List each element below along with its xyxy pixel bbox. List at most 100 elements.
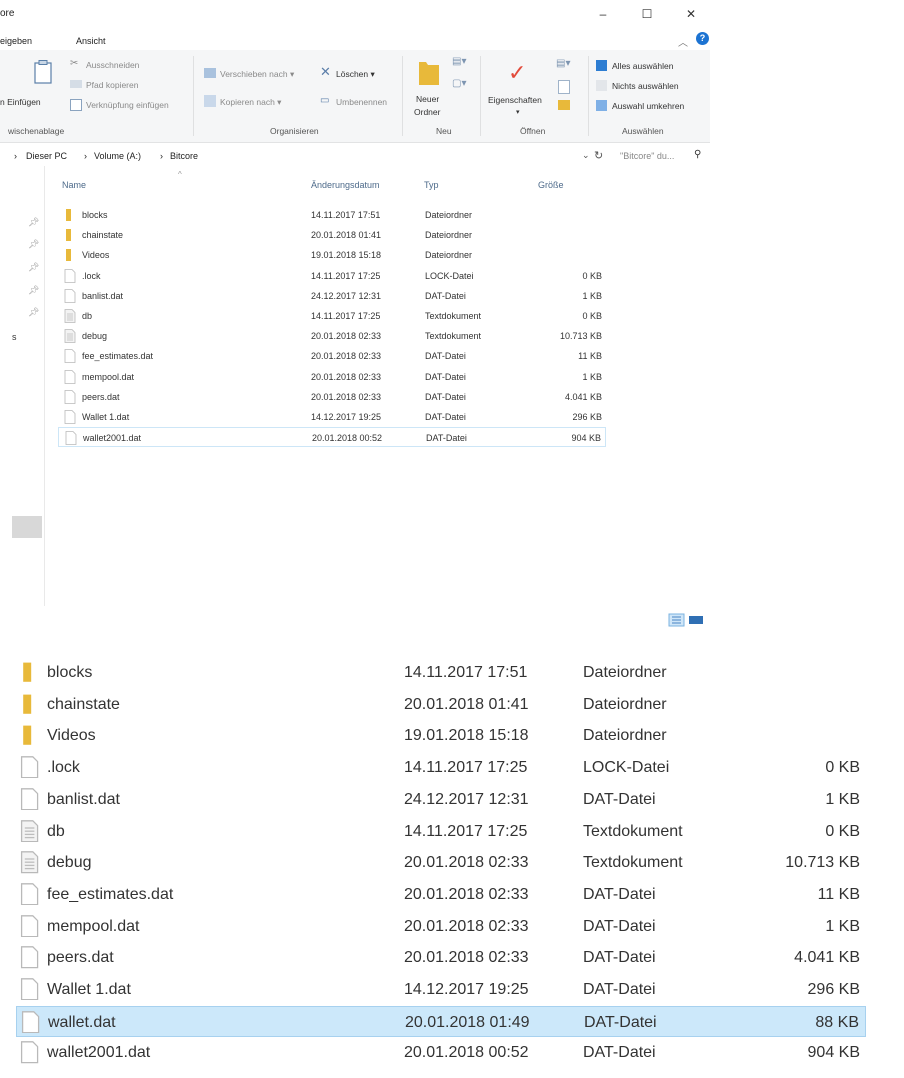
copy-path-button[interactable]: Pfad kopieren <box>86 80 138 90</box>
paste-shortcut-button[interactable]: Verknüpfung einfügen <box>86 100 169 110</box>
properties-dropdown-icon[interactable]: ▾ <box>516 108 520 116</box>
column-header-date[interactable]: Änderungsdatum <box>311 180 380 190</box>
copy-to-button[interactable]: Kopieren nach ▾ <box>220 97 281 108</box>
file-row[interactable]: wallet.dat 20.01.2018 01:49 DAT-Datei 88 KB <box>16 1005 866 1037</box>
file-row[interactable]: db 14.11.2017 17:25 Textdokument 0 KB <box>58 306 606 326</box>
refresh-icon[interactable]: ↻ <box>594 149 603 162</box>
file-icon <box>64 389 76 406</box>
file-date: 20.01.2018 01:49 <box>405 1013 530 1031</box>
select-all-button[interactable]: Alles auswählen <box>612 61 673 71</box>
file-row[interactable]: blocks 14.11.2017 17:51 Dateiordner <box>58 205 606 225</box>
file-row[interactable]: mempool.dat 20.01.2018 02:33 DAT-Datei 1 KB <box>16 911 866 942</box>
file-row[interactable]: peers.dat 20.01.2018 02:33 DAT-Datei 4.041 … <box>16 942 866 973</box>
open-icon[interactable]: ▤▾ <box>556 58 570 69</box>
column-header-size[interactable]: Größe <box>538 180 564 190</box>
breadcrumb-this-pc[interactable]: Dieser PC <box>26 151 67 161</box>
file-row[interactable]: blocks 14.11.2017 17:51 Dateiordner <box>16 657 866 688</box>
tab-ansicht[interactable]: Ansicht <box>76 36 106 46</box>
file-icon <box>20 787 39 815</box>
file-row[interactable]: wallet2001.dat 20.01.2018 00:52 DAT-Datei 9… <box>58 427 606 448</box>
file-name: chainstate <box>82 230 124 241</box>
file-row[interactable]: db 14.11.2017 17:25 Textdokument 0 KB <box>16 816 866 847</box>
column-header-name[interactable]: Name <box>62 180 86 190</box>
file-row[interactable]: .lock 14.11.2017 17:25 LOCK-Datei 0 KB <box>58 266 606 286</box>
file-row[interactable]: Wallet 1.dat 14.12.2017 19:25 DAT-Datei 296… <box>16 974 866 1005</box>
file-row[interactable]: fee_estimates.dat 20.01.2018 02:33 DAT-Dat… <box>16 879 866 910</box>
file-size: 11 KB <box>817 885 860 903</box>
new-folder-label-1[interactable]: Neuer <box>416 94 439 104</box>
invert-selection-button[interactable]: Auswahl umkehren <box>612 101 684 111</box>
file-row[interactable]: banlist.dat 24.12.2017 12:31 DAT-Datei 1 KB <box>16 784 866 815</box>
file-type: LOCK-Datei <box>425 270 474 281</box>
search-icon[interactable]: ⚲ <box>694 149 701 160</box>
file-icon <box>20 756 39 783</box>
breadcrumb-volume[interactable]: Volume (A:) <box>94 151 141 161</box>
move-to-button[interactable]: Verschieben nach ▾ <box>220 69 294 80</box>
folder-icon <box>64 228 76 244</box>
file-name: .lock <box>82 270 101 281</box>
details-view-icon[interactable] <box>668 613 685 627</box>
file-row[interactable]: Videos 19.01.2018 15:18 Dateiordner <box>58 245 606 265</box>
open-group-label: Öffnen <box>520 126 546 136</box>
file-row[interactable]: chainstate 20.01.2018 01:41 Dateiordner <box>58 225 606 245</box>
file-row[interactable]: debug 20.01.2018 02:33 Textdokument 10.713 … <box>16 847 866 878</box>
select-all-icon <box>596 60 607 71</box>
nav-scrollbar-thumb[interactable] <box>12 516 42 538</box>
breadcrumb-bitcore[interactable]: Bitcore <box>170 151 198 161</box>
file-row[interactable]: banlist.dat 24.12.2017 12:31 DAT-Datei 1 KB <box>58 286 606 306</box>
file-row[interactable]: peers.dat 20.01.2018 02:33 DAT-Datei 4.041 … <box>58 387 606 407</box>
text-file-icon <box>20 819 39 847</box>
file-row[interactable]: Videos 19.01.2018 15:18 Dateiordner <box>16 720 866 751</box>
file-row[interactable]: mempool.dat 20.01.2018 02:33 DAT-Datei 1 KB <box>58 367 606 387</box>
minimize-button[interactable]: – <box>590 4 616 24</box>
edit-icon[interactable] <box>558 80 570 94</box>
select-none-button[interactable]: Nichts auswählen <box>612 81 679 91</box>
collapse-ribbon-icon[interactable]: ︿ <box>678 34 688 49</box>
file-type: DAT-Datei <box>426 433 467 444</box>
properties-button[interactable]: Eigenschaften <box>488 95 542 105</box>
file-row[interactable]: Wallet 1.dat 14.12.2017 19:25 DAT-Datei 296… <box>58 407 606 427</box>
breadcrumb-chevron-icon: › <box>160 151 163 161</box>
file-row[interactable]: debug 20.01.2018 02:33 Textdokument 10.713 … <box>58 326 606 346</box>
maximize-button[interactable]: ☐ <box>634 4 660 24</box>
file-row[interactable]: wallet2001.dat 20.01.2018 00:52 DAT-Datei 9… <box>16 1037 866 1068</box>
history-icon[interactable] <box>558 100 570 110</box>
file-row[interactable]: fee_estimates.dat 20.01.2018 02:33 DAT-Dat… <box>58 346 606 366</box>
pin-icon[interactable]: 📌︎ <box>28 307 39 318</box>
file-row[interactable]: .lock 14.11.2017 17:25 LOCK-Datei 0 KB <box>16 752 866 783</box>
file-row[interactable]: chainstate 20.01.2018 01:41 Dateiordner <box>16 689 866 720</box>
pin-icon[interactable]: 📌︎ <box>28 217 39 228</box>
cut-button[interactable]: Ausschneiden <box>86 60 139 70</box>
paste-button[interactable]: n Einfügen <box>0 97 41 107</box>
nav-item-partial[interactable]: s <box>12 332 17 342</box>
new-folder-label-2[interactable]: Ordner <box>414 107 440 117</box>
close-button[interactable]: ✕ <box>678 4 704 24</box>
delete-button[interactable]: Löschen ▾ <box>336 69 375 80</box>
pin-icon[interactable]: 📌︎ <box>28 262 39 273</box>
file-icon <box>64 369 76 386</box>
file-name: mempool.dat <box>82 371 135 382</box>
file-date: 24.12.2017 12:31 <box>404 790 529 808</box>
new-item-icon[interactable]: ▤▾ <box>452 56 466 67</box>
file-date: 14.11.2017 17:25 <box>311 311 381 321</box>
pin-icon[interactable]: 📌︎ <box>28 239 39 250</box>
file-type: DAT-Datei <box>583 917 656 935</box>
file-type: Textdokument <box>583 822 683 840</box>
column-header-type[interactable]: Typ <box>424 180 439 190</box>
file-type: Dateiordner <box>425 230 473 241</box>
help-icon[interactable]: ? <box>696 32 709 45</box>
text-file-icon <box>64 329 76 345</box>
ribbon-separator <box>193 56 194 136</box>
select-group-label: Auswählen <box>622 126 664 136</box>
address-dropdown-icon[interactable]: ⌄ <box>582 150 590 161</box>
address-bar[interactable]: › Dieser PC › Volume (A:) › Bitcore ⌄ ↻ … <box>0 146 710 166</box>
tab-freigeben[interactable]: eigeben <box>0 36 32 46</box>
search-input[interactable]: "Bitcore" du... ⚲ <box>612 146 708 166</box>
rename-button[interactable]: Umbenennen <box>336 97 387 107</box>
pin-icon[interactable]: 📌︎ <box>28 285 39 296</box>
easy-access-icon[interactable]: ▢▾ <box>452 78 466 89</box>
large-icons-view-icon[interactable] <box>689 616 703 624</box>
organize-group-label: Organisieren <box>270 126 319 136</box>
file-name: mempool.dat <box>47 917 140 935</box>
file-date: 14.12.2017 19:25 <box>404 981 529 998</box>
